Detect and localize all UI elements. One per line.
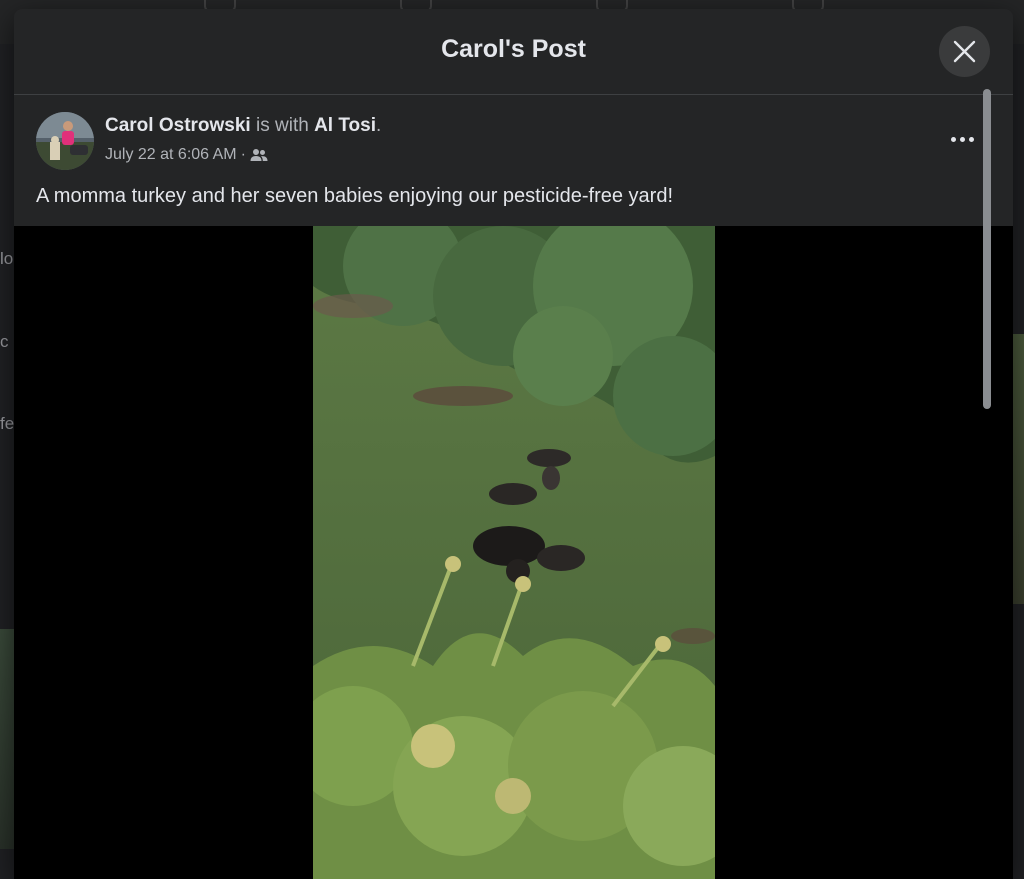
more-options-icon — [951, 137, 956, 142]
background-left-column: lo c fe — [0, 44, 14, 879]
background-photo — [0, 629, 14, 849]
more-options-icon — [969, 137, 974, 142]
media-container — [14, 226, 1013, 879]
modal-header: Carol's Post — [14, 9, 1013, 95]
background-text-fragment: lo — [0, 249, 14, 268]
modal-title: Carol's Post — [441, 35, 586, 63]
close-button[interactable] — [939, 26, 990, 77]
post-caption: A momma turkey and her seven babies enjo… — [36, 185, 674, 207]
meta-separator: · — [240, 146, 246, 163]
scrollbar-track[interactable] — [994, 95, 1006, 879]
background-text-fragment: fe — [0, 414, 15, 433]
tagged-friend-link[interactable]: Al Tosi — [314, 115, 376, 136]
post-body: Carol Ostrowski is with Al Tosi. July 22… — [14, 95, 1013, 879]
post-meta: July 22 at 6:06 AM · — [105, 146, 268, 164]
post-photo[interactable] — [313, 226, 715, 879]
timestamp-link[interactable]: July 22 at 6:06 AM — [105, 146, 237, 164]
friends-icon[interactable] — [250, 148, 268, 162]
background-photo — [1012, 334, 1024, 604]
background-text-fragment: c — [0, 332, 9, 351]
period-text: . — [376, 115, 382, 136]
post-modal: Carol's Post Carol Ostrowski is with Al … — [14, 9, 1013, 879]
author-name-link[interactable]: Carol Ostrowski — [105, 115, 251, 136]
close-icon — [953, 40, 976, 63]
background-right-column — [1012, 44, 1024, 879]
more-options-icon — [960, 137, 965, 142]
with-text: is with — [256, 115, 309, 136]
author-line: Carol Ostrowski is with Al Tosi. — [105, 115, 381, 137]
scrollbar-thumb[interactable] — [983, 89, 991, 409]
more-options-button[interactable] — [948, 127, 980, 151]
avatar[interactable] — [36, 112, 94, 170]
